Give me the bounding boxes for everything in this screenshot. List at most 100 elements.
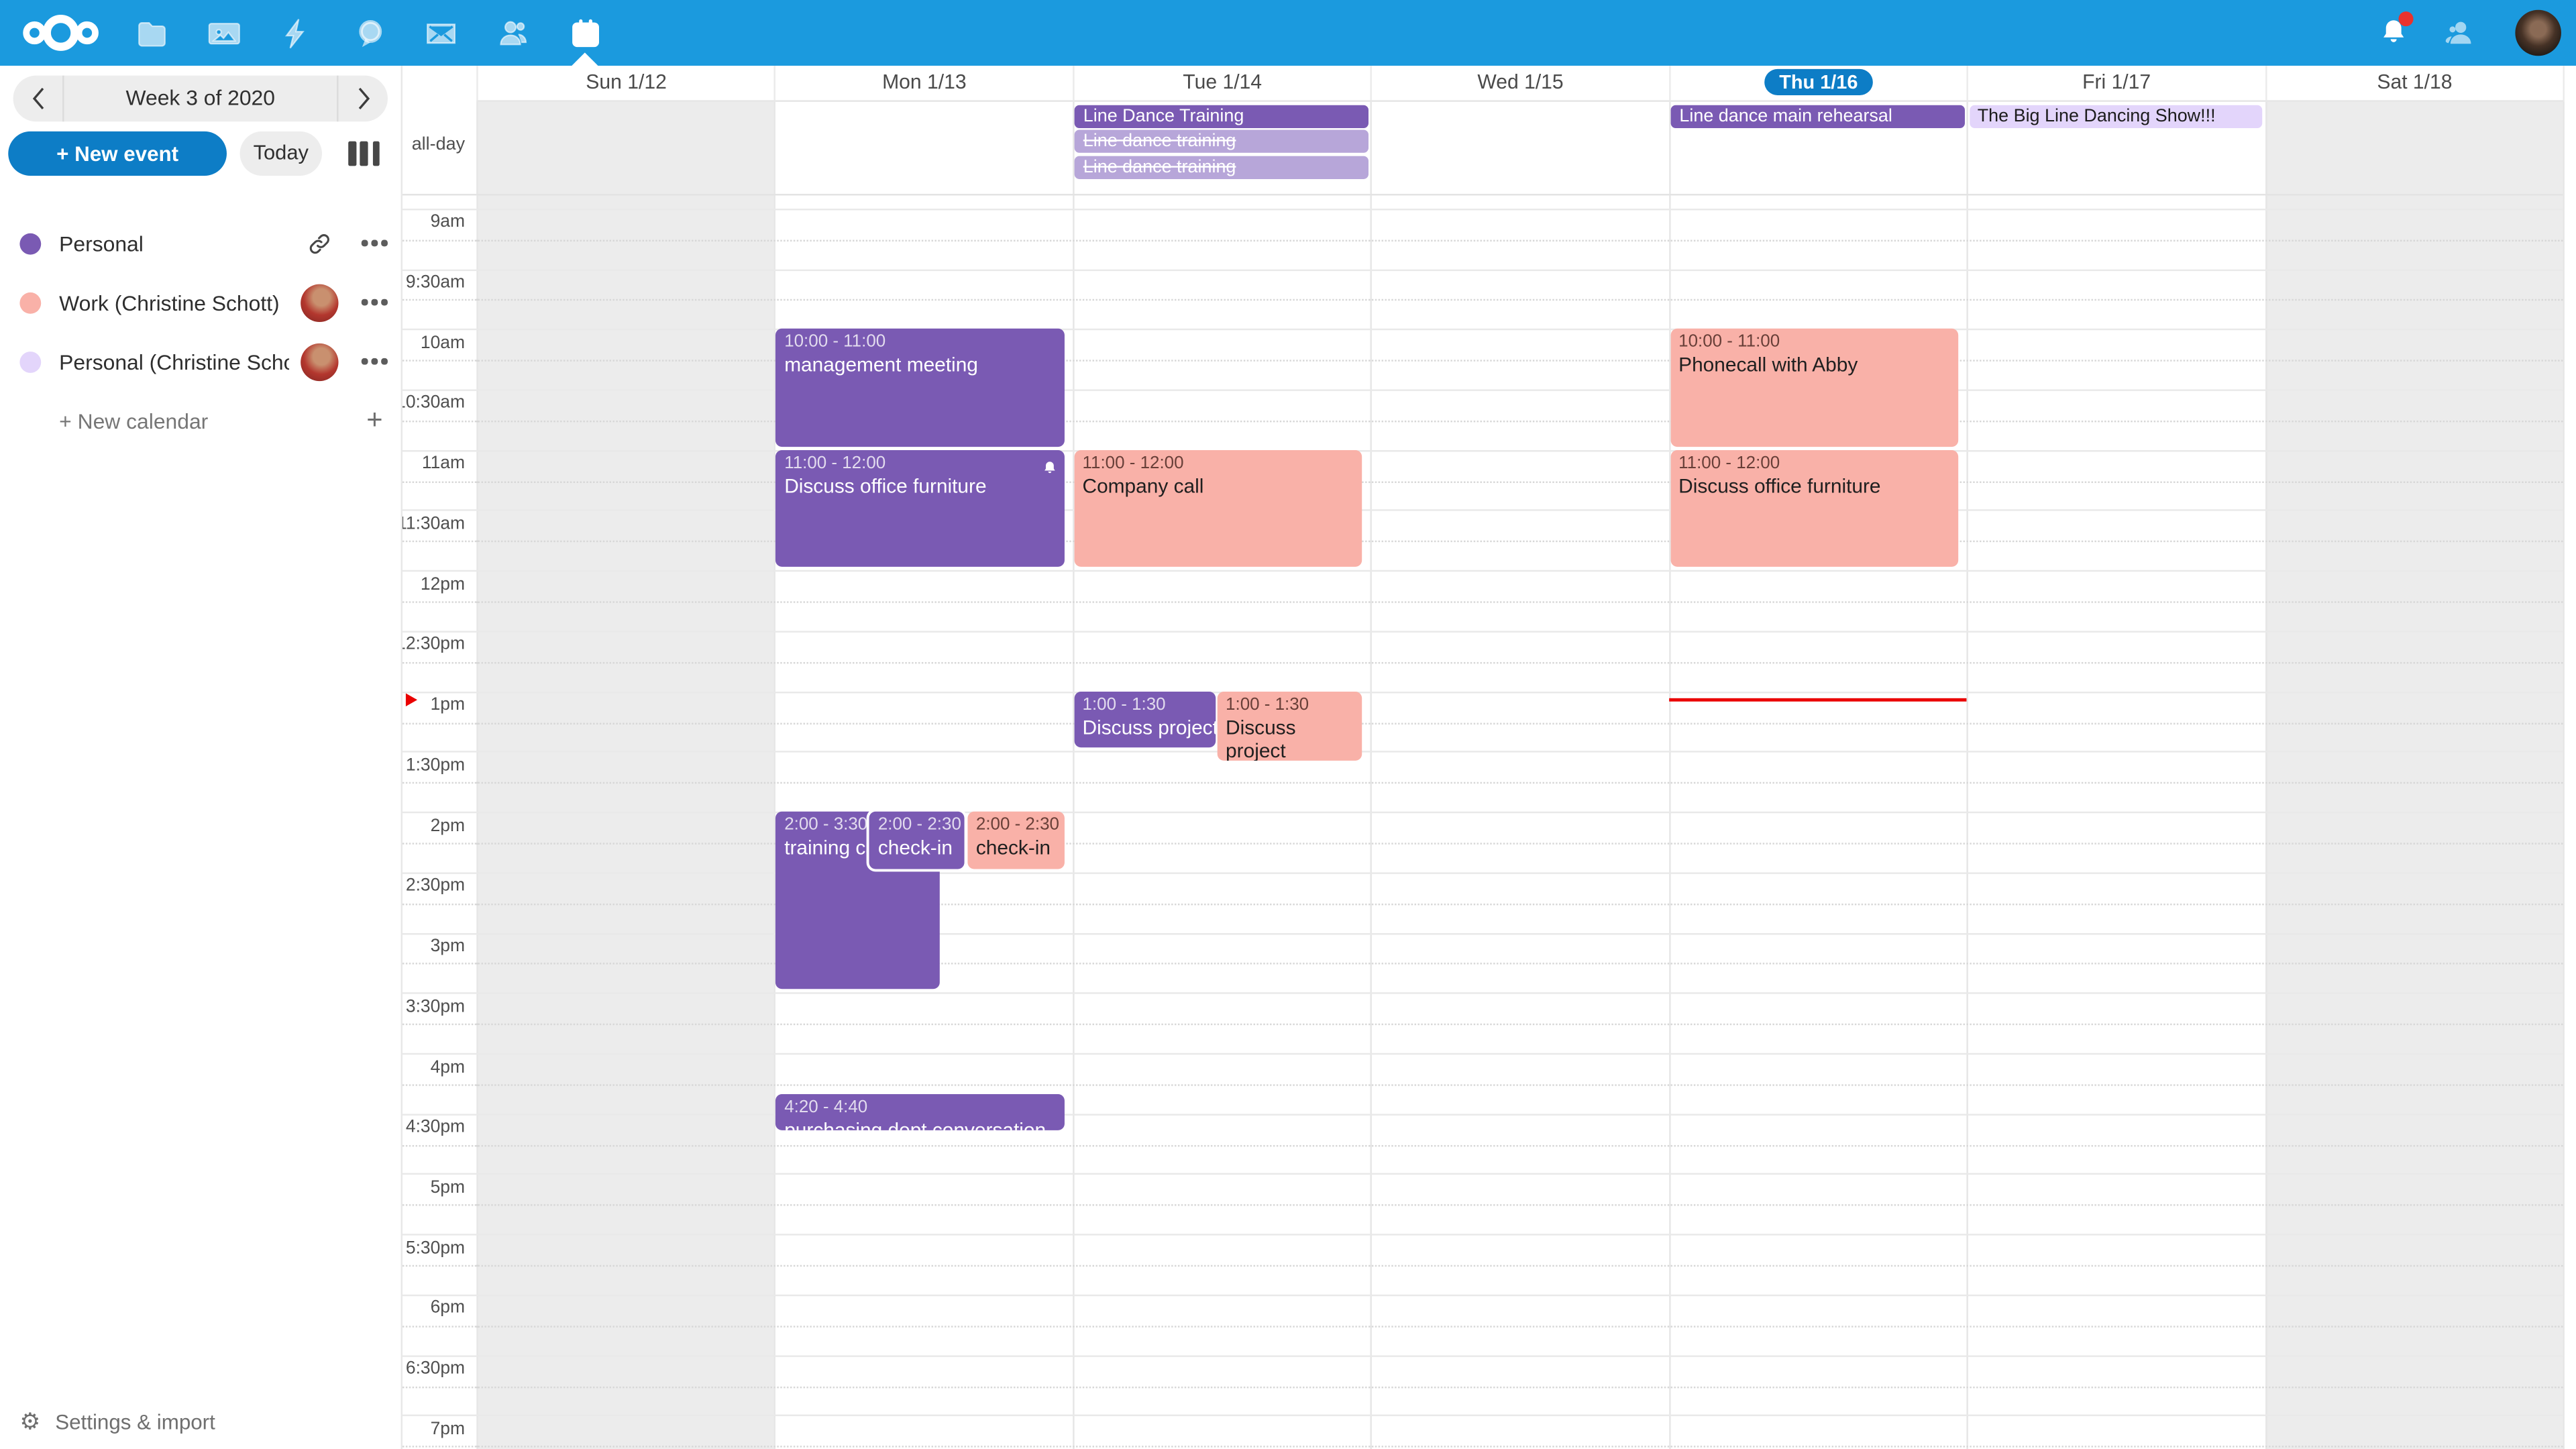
- calendar-color-dot: [19, 351, 41, 372]
- event-title: Discuss project announcement: [1083, 716, 1208, 739]
- all-day-event[interactable]: Line dance training: [1075, 155, 1368, 178]
- calendar-event[interactable]: 1:00 - 1:30Discuss project announcement: [1218, 691, 1362, 760]
- calendar-event[interactable]: 10:00 - 11:00management meeting: [776, 329, 1065, 446]
- event-title: Phonecall with Abby: [1678, 354, 1950, 377]
- all-day-label: all-day: [402, 135, 465, 154]
- week-navigation: Week 3 of 2020: [13, 76, 388, 122]
- calendar-list: Personal Work (Christine Schott) Personal …: [0, 213, 401, 450]
- calendar-event[interactable]: 10:00 - 11:00Phonecall with Abby: [1670, 329, 1959, 446]
- day-header[interactable]: Mon 1/13: [775, 66, 1073, 99]
- view-mode-toggle[interactable]: [348, 142, 380, 166]
- event-time: 10:00 - 11:00: [1678, 332, 1950, 352]
- notifications-bell-icon[interactable]: [2374, 13, 2414, 53]
- time-label: 10am: [421, 333, 465, 353]
- previous-week-button[interactable]: [13, 76, 62, 122]
- time-label: 2pm: [431, 816, 465, 835]
- time-label: 1pm: [431, 695, 465, 714]
- time-label: 9am: [431, 213, 465, 232]
- calendar-event[interactable]: 11:00 - 12:00Discuss office furniture: [1670, 449, 1959, 567]
- settings-label: Settings & import: [55, 1409, 215, 1434]
- nextcloud-logo-icon[interactable]: [23, 15, 99, 51]
- today-pill: Thu 1/16: [1764, 69, 1872, 95]
- day-header[interactable]: Fri 1/17: [1967, 66, 2265, 99]
- time-label: 4:30pm: [406, 1118, 465, 1137]
- all-day-event[interactable]: The Big Line Dancing Show!!!: [1969, 105, 2262, 128]
- calendar-owner-avatar: [300, 283, 337, 321]
- calendar-event[interactable]: 4:20 - 4:40purchasing dept conversation: [776, 1093, 1065, 1130]
- events-layer: 10:00 - 11:00management meeting11:00 - 1…: [476, 193, 2563, 1449]
- nextcloud-calendar-app: Week 3 of 2020 + New event Today Persona…: [0, 0, 2576, 1449]
- calendar-actions-menu[interactable]: [348, 299, 400, 305]
- time-label: 6:30pm: [406, 1359, 465, 1379]
- event-time: 2:00 - 2:30: [878, 815, 957, 835]
- time-label: 5pm: [431, 1178, 465, 1197]
- day-header[interactable]: Thu 1/16: [1668, 66, 1966, 99]
- time-label: 12pm: [421, 574, 465, 594]
- files-app-icon[interactable]: [131, 13, 171, 53]
- sidebar: Week 3 of 2020 + New event Today Persona…: [0, 66, 402, 1449]
- calendar-event[interactable]: 1:00 - 1:30Discuss project announcement: [1074, 691, 1215, 748]
- new-calendar-label: + New calendar: [59, 409, 348, 433]
- contacts-menu-icon[interactable]: [2440, 13, 2479, 53]
- settings-import[interactable]: ⚙ Settings & import: [19, 1408, 215, 1436]
- gear-icon: ⚙: [19, 1408, 40, 1436]
- reminder-bell-icon: [1041, 455, 1057, 471]
- day-header-row: Sun 1/12Mon 1/13Tue 1/14Wed 1/15 Thu 1/16…: [476, 66, 2565, 101]
- calendar-event[interactable]: 11:00 - 12:00Discuss office furniture: [776, 449, 1065, 567]
- event-title: Company call: [1083, 474, 1354, 498]
- time-label: 1:30pm: [406, 755, 465, 775]
- event-time: 1:00 - 1:30: [1083, 694, 1208, 714]
- week-label[interactable]: Week 3 of 2020: [62, 76, 338, 122]
- today-button[interactable]: Today: [240, 131, 322, 176]
- calendar-owner-avatar: [300, 343, 337, 380]
- activity-app-icon[interactable]: [276, 13, 315, 53]
- event-title: check-in: [976, 837, 1056, 860]
- time-label: 4pm: [431, 1057, 465, 1077]
- calendar-actions-menu[interactable]: [348, 359, 400, 364]
- current-time-line: [1668, 698, 1966, 701]
- day-header[interactable]: Sun 1/12: [476, 66, 774, 99]
- event-title: Discuss project announcement: [1226, 716, 1354, 760]
- time-label: 10:30am: [396, 393, 465, 413]
- plus-icon[interactable]: +: [348, 404, 400, 437]
- time-label: 9:30am: [406, 273, 465, 292]
- day-header[interactable]: Sat 1/18: [2265, 66, 2563, 99]
- calendar-list-item[interactable]: Personal (Christine Scho...): [0, 332, 401, 391]
- user-avatar[interactable]: [2515, 10, 2561, 56]
- next-week-button[interactable]: [338, 76, 387, 122]
- time-label: 3pm: [431, 936, 465, 956]
- calendar-list-item[interactable]: Work (Christine Schott): [0, 273, 401, 332]
- event-time: 1:00 - 1:30: [1226, 694, 1354, 714]
- calendar-color-dot: [19, 292, 41, 313]
- calendar-app-icon[interactable]: [565, 13, 604, 53]
- calendar-week-view: Sun 1/12Mon 1/13Tue 1/14Wed 1/15 Thu 1/16…: [402, 66, 2576, 1449]
- day-header[interactable]: Wed 1/15: [1371, 66, 1668, 99]
- contacts-app-icon[interactable]: [493, 13, 533, 53]
- photos-app-icon[interactable]: [204, 13, 244, 53]
- new-calendar-item[interactable]: + New calendar+: [0, 391, 401, 450]
- time-label: 2:30pm: [406, 876, 465, 896]
- calendar-actions-menu[interactable]: [348, 240, 400, 246]
- all-day-event[interactable]: Line Dance Training: [1075, 105, 1368, 128]
- calendar-event[interactable]: 2:00 - 2:30check-in: [870, 812, 965, 869]
- calendar-name: Work (Christine Schott): [59, 290, 289, 315]
- event-time: 10:00 - 11:00: [784, 332, 1056, 352]
- calendar-name: Personal: [59, 231, 289, 256]
- event-title: Discuss office furniture: [1678, 474, 1950, 498]
- calendar-event[interactable]: 2:00 - 2:30check-in: [968, 812, 1065, 869]
- calendar-list-item[interactable]: Personal: [0, 213, 401, 272]
- mail-app-icon[interactable]: [421, 13, 460, 53]
- new-event-button[interactable]: + New event: [8, 131, 227, 176]
- event-title: purchasing dept conversation: [784, 1118, 1056, 1130]
- all-day-event[interactable]: Line dance training: [1075, 129, 1368, 153]
- time-label: 11:30am: [397, 514, 465, 533]
- calendar-event[interactable]: 11:00 - 12:00Company call: [1074, 449, 1362, 567]
- all-day-events-row: Line Dance TrainingLine dance trainingLi…: [476, 101, 2563, 193]
- notification-badge: [2399, 11, 2414, 26]
- all-day-event[interactable]: Line dance main rehearsal: [1671, 105, 1964, 128]
- share-link-icon[interactable]: [289, 231, 348, 256]
- time-label: 7pm: [431, 1419, 465, 1439]
- time-axis: 9am9:30am10am10:30am11am11:30am12pm12:30…: [402, 193, 476, 1449]
- talk-app-icon[interactable]: [350, 13, 390, 53]
- day-header[interactable]: Tue 1/14: [1073, 66, 1371, 99]
